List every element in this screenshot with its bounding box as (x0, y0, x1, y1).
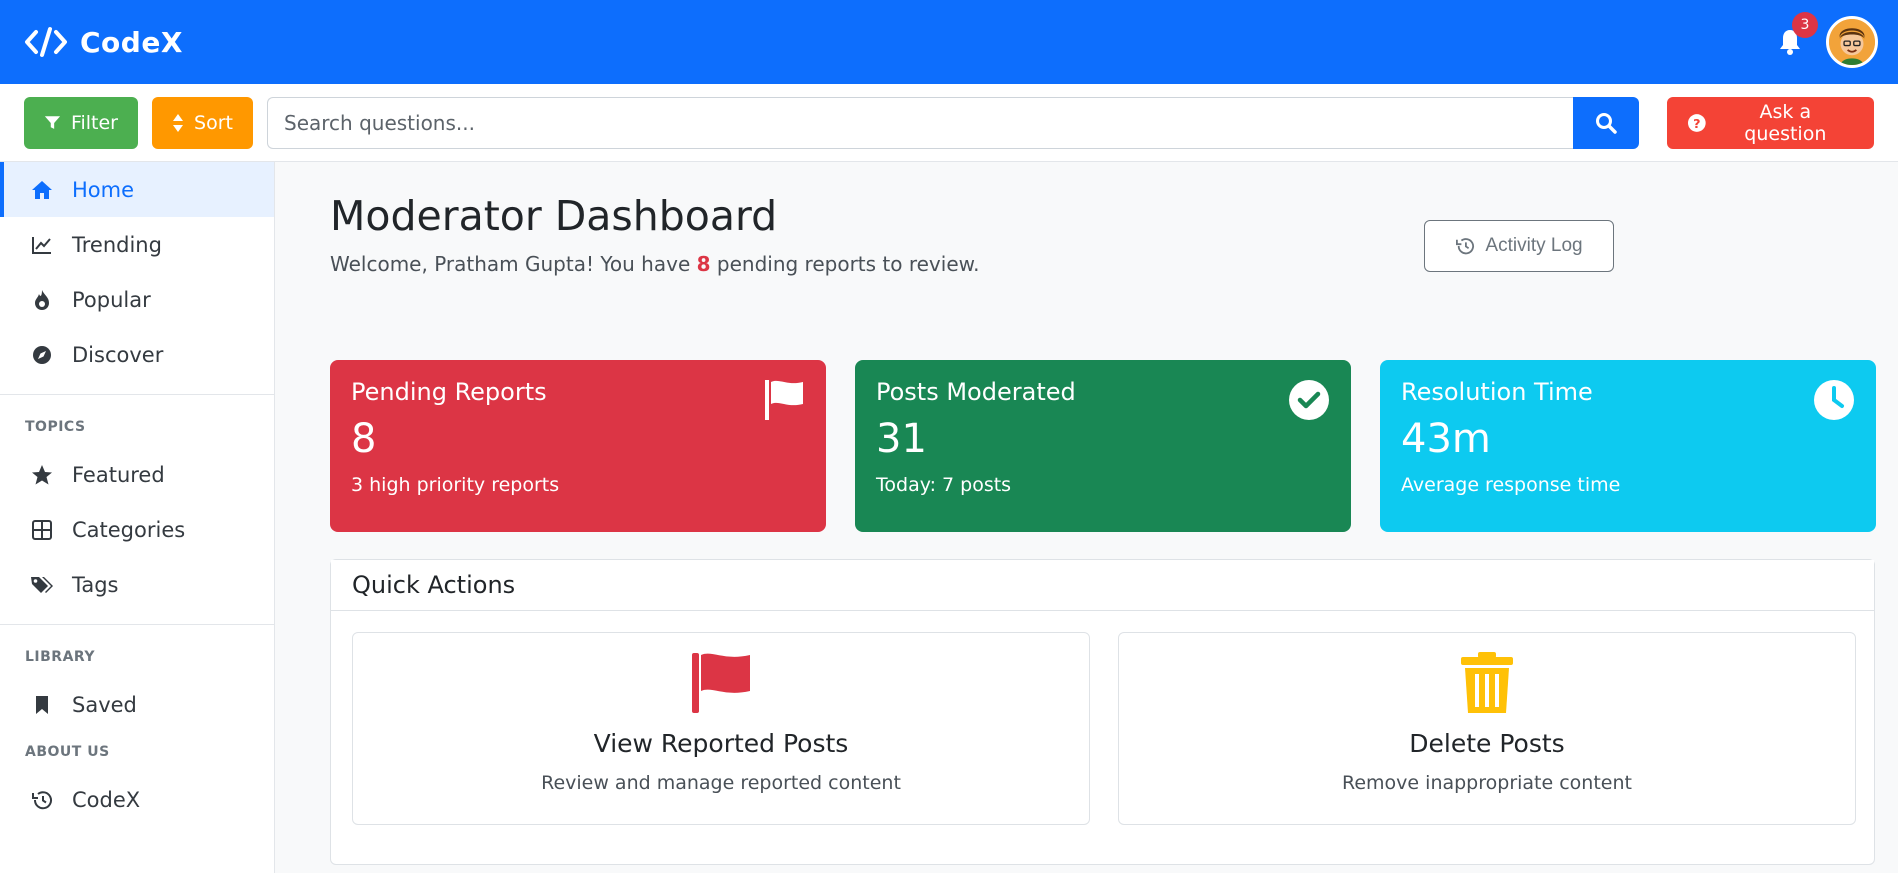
sidebar-item-tags[interactable]: Tags (0, 557, 274, 612)
filter-button[interactable]: Filter (24, 96, 138, 149)
card-title: Delete Posts (1409, 729, 1565, 758)
sidebar-item-trending[interactable]: Trending (0, 217, 274, 272)
stat-card-resolution-time: Resolution Time 43m Average response tim… (1380, 360, 1876, 532)
sidebar-item-label: Categories (72, 517, 186, 542)
sort-button[interactable]: Sort (152, 96, 253, 149)
activity-log-button[interactable]: Activity Log (1424, 220, 1614, 272)
sidebar-item-label: CodeX (72, 787, 141, 812)
check-circle-icon (1287, 378, 1331, 422)
stat-subtitle: Average response time (1401, 474, 1621, 496)
search-button[interactable] (1573, 96, 1639, 149)
sidebar-item-featured[interactable]: Featured (0, 447, 274, 502)
ask-question-label: Ask a question (1744, 100, 1827, 145)
sidebar-heading-library: LIBRARY (25, 649, 96, 665)
compass-icon (30, 343, 54, 367)
history-icon (1456, 238, 1475, 255)
stat-title: Pending Reports (351, 378, 547, 406)
main-content: Moderator Dashboard Welcome, Pratham Gup… (330, 162, 1876, 873)
trash-icon (1455, 651, 1519, 715)
quick-actions-title: Quick Actions (331, 560, 1874, 611)
stat-card-pending-reports: Pending Reports 8 3 high priority report… (330, 360, 826, 532)
sidebar-item-label: Home (72, 177, 135, 202)
sidebar-item-discover[interactable]: Discover (0, 327, 274, 382)
view-reported-posts-card[interactable]: View Reported Posts Review and manage re… (352, 632, 1090, 825)
pending-count: 8 (696, 252, 711, 276)
notification-badge: 3 (1792, 12, 1818, 38)
search-icon (1596, 112, 1617, 134)
sidebar-item-saved[interactable]: Saved (0, 677, 274, 732)
sidebar-divider (0, 624, 274, 625)
sidebar-item-codex[interactable]: CodeX (0, 772, 274, 827)
stat-subtitle: 3 high priority reports (351, 474, 560, 496)
funnel-icon (44, 115, 61, 129)
brand[interactable]: CodeX (24, 24, 183, 60)
home-icon (30, 178, 54, 202)
sidebar-item-categories[interactable]: Categories (0, 502, 274, 557)
stat-value: 43m (1401, 416, 1491, 462)
card-title: View Reported Posts (593, 729, 849, 758)
stat-title: Posts Moderated (876, 378, 1076, 406)
quick-actions-panel: Quick Actions View Reported Posts Review… (330, 559, 1875, 865)
stat-card-posts-moderated: Posts Moderated 31 Today: 7 posts (855, 360, 1351, 532)
sidebar-item-label: Tags (72, 572, 119, 597)
flag-icon (689, 651, 753, 715)
trending-icon (30, 233, 54, 257)
bookmark-icon (30, 693, 54, 717)
sidebar-item-label: Saved (72, 692, 137, 717)
sidebar-divider (0, 394, 274, 395)
sort-icon (173, 113, 184, 132)
ask-question-button[interactable]: ? Ask a question (1667, 96, 1874, 149)
history-icon (30, 788, 54, 812)
avatar[interactable] (1826, 16, 1878, 68)
top-navbar: CodeX 3 (0, 0, 1898, 84)
stat-title: Resolution Time (1401, 378, 1593, 406)
stat-value: 8 (351, 416, 377, 462)
search-bar (267, 96, 1639, 149)
fire-icon (30, 288, 54, 312)
sidebar-item-popular[interactable]: Popular (0, 272, 274, 327)
delete-posts-card[interactable]: Delete Posts Remove inappropriate conten… (1118, 632, 1856, 825)
tags-icon (30, 573, 54, 597)
sidebar-heading-topics: TOPICS (25, 419, 86, 435)
sidebar: Home Trending Popular Discover TOPICS Fe… (0, 162, 275, 873)
sidebar-item-label: Featured (72, 462, 165, 487)
welcome-suffix: pending reports to review. (710, 252, 980, 276)
sidebar-item-label: Discover (72, 342, 164, 367)
page-title: Moderator Dashboard (330, 192, 778, 240)
sidebar-item-label: Popular (72, 287, 151, 312)
stat-subtitle: Today: 7 posts (876, 474, 1012, 496)
clock-icon (1812, 378, 1856, 422)
code-icon (24, 24, 68, 60)
question-circle-icon: ? (1687, 113, 1706, 131)
sidebar-item-home[interactable]: Home (0, 162, 274, 217)
stat-value: 31 (876, 416, 927, 462)
search-input[interactable] (267, 96, 1573, 149)
filter-label: Filter (70, 111, 118, 134)
grid-icon (30, 518, 54, 542)
welcome-message: Welcome, Pratham Gupta! You have 8 pendi… (330, 252, 980, 276)
svg-text:?: ? (1693, 116, 1700, 131)
activity-log-label: Activity Log (1485, 235, 1583, 256)
flag-icon (762, 378, 806, 422)
brand-name: CodeX (80, 25, 183, 59)
card-description: Review and manage reported content (541, 772, 901, 794)
sidebar-heading-about: ABOUT US (25, 744, 110, 760)
toolbar: Filter Sort ? Ask a question (0, 84, 1898, 162)
card-description: Remove inappropriate content (1342, 772, 1632, 794)
sort-label: Sort (194, 111, 233, 134)
sidebar-item-label: Trending (72, 232, 162, 257)
star-icon (30, 463, 54, 487)
welcome-prefix: Welcome, Pratham Gupta! You have (330, 252, 697, 276)
notification-bell[interactable]: 3 (1776, 12, 1818, 58)
